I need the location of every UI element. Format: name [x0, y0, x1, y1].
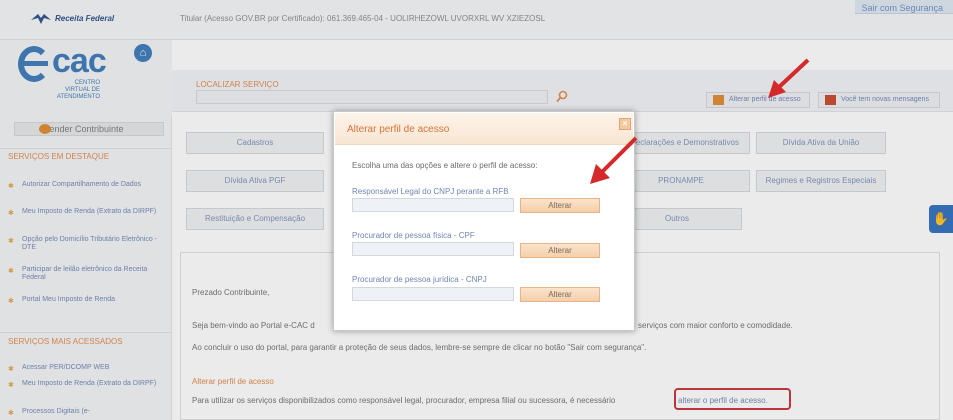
responsavel-cnpj-input[interactable] — [352, 198, 514, 212]
alterar-procurador-pj-button[interactable]: Alterar — [520, 287, 600, 302]
close-icon[interactable]: × — [619, 118, 631, 130]
red-arrow-icon — [768, 58, 810, 98]
dialog-instructions: Escolha uma das opções e altere o perfil… — [352, 161, 538, 170]
procurador-cnpj-input[interactable] — [352, 287, 514, 301]
dialog-title: Alterar perfil de acesso — [347, 124, 450, 135]
ecac-page: Receita Federal Titular (Acesso GOV.BR p… — [0, 0, 953, 420]
red-arrow-icon — [590, 136, 638, 184]
option-label-procurador-pf: Procurador de pessoa física - CPF — [352, 231, 475, 240]
procurador-cpf-input[interactable] — [352, 242, 514, 256]
alterar-responsavel-button[interactable]: Alterar — [520, 198, 600, 213]
option-label-procurador-pj: Procurador de pessoa jurídica - CNPJ — [352, 275, 487, 284]
alterar-procurador-pf-button[interactable]: Alterar — [520, 243, 600, 258]
option-label-responsavel: Responsável Legal do CNPJ perante a RFB — [352, 187, 509, 196]
